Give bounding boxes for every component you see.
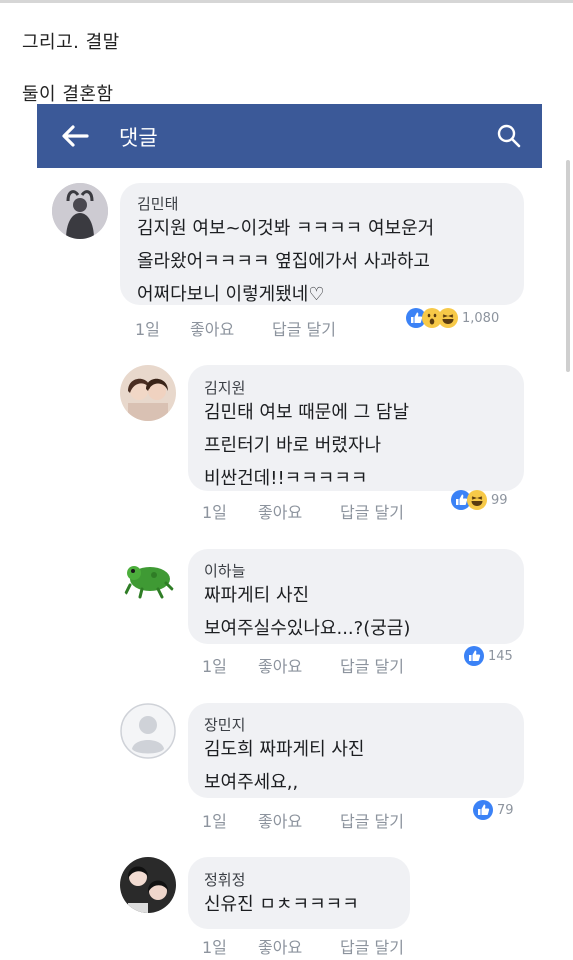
comment-text: 짜파게티 사진 보여주실수있나요...?(궁금) <box>204 585 411 639</box>
comment-time: 1일 <box>202 938 227 957</box>
comment-text: 김민태 여보 때문에 그 담날 프린터기 바로 버렸자나 비싼건데!!ㅋㅋㅋㅋㅋ <box>204 402 410 489</box>
comment-time: 1일 <box>202 812 227 831</box>
like-link[interactable]: 좋아요 <box>258 653 302 677</box>
scrollbar[interactable] <box>566 160 570 372</box>
comment-author[interactable]: 정휘정 <box>204 869 245 890</box>
like-link[interactable]: 좋아요 <box>258 808 302 832</box>
comment-author[interactable]: 이하늘 <box>204 560 245 581</box>
like-link[interactable]: 좋아요 <box>258 934 302 958</box>
reactions-summary[interactable]: 1,080 <box>406 307 499 329</box>
avatar-image <box>52 183 108 239</box>
reaction-count: 145 <box>488 648 513 664</box>
reply-link[interactable]: 답글 달기 <box>272 316 336 340</box>
comment-time: 1일 <box>135 320 160 339</box>
comment-text: 김도희 짜파게티 사진 보여주세요,, <box>204 739 365 793</box>
like-icon <box>473 800 493 820</box>
reaction-count: 99 <box>491 492 508 508</box>
top-divider <box>0 0 573 3</box>
like-link[interactable]: 좋아요 <box>258 499 302 523</box>
avatar-image <box>120 549 176 605</box>
reply-link[interactable]: 답글 달기 <box>340 808 404 832</box>
caption-line-1: 그리고. 결말 <box>22 32 120 53</box>
reply-link[interactable]: 답글 달기 <box>340 499 404 523</box>
search-icon[interactable] <box>496 123 522 149</box>
reactions-summary[interactable]: 99 <box>451 489 508 511</box>
comment-author[interactable]: 장민지 <box>204 714 245 735</box>
reply-link[interactable]: 답글 달기 <box>340 934 404 958</box>
comment-author[interactable]: 김지원 <box>204 377 245 398</box>
avatar-image <box>120 703 176 759</box>
reactions-summary[interactable]: 79 <box>473 799 514 821</box>
comment-text: 신유진 ㅁㅊㅋㅋㅋㅋ <box>204 894 359 915</box>
reaction-count: 1,080 <box>462 310 500 326</box>
avatar[interactable] <box>120 703 176 759</box>
reaction-count: 79 <box>497 802 514 818</box>
reactions-summary[interactable]: 145 <box>464 645 513 667</box>
comment-time: 1일 <box>202 657 227 676</box>
like-icon <box>464 646 484 666</box>
comment-time: 1일 <box>202 503 227 522</box>
caption-line-2: 둘이 결혼함 <box>22 84 114 105</box>
comment-text: 김지원 여보~이것봐 ㅋㅋㅋㅋ 여보운거 올라왔어ㅋㅋㅋㅋ 옆집에가서 사과하고… <box>137 218 435 305</box>
haha-icon <box>438 308 458 328</box>
avatar[interactable] <box>120 365 176 421</box>
haha-icon <box>467 490 487 510</box>
header-title: 댓글 <box>119 126 158 150</box>
comment-author[interactable]: 김민태 <box>137 193 178 214</box>
avatar-image <box>120 365 176 421</box>
back-arrow-icon[interactable] <box>59 122 91 150</box>
like-link[interactable]: 좋아요 <box>190 316 234 340</box>
avatar[interactable] <box>120 857 176 913</box>
avatar-image <box>120 857 176 913</box>
avatar[interactable] <box>120 549 176 605</box>
comments-header: 댓글 <box>37 104 542 168</box>
reply-link[interactable]: 답글 달기 <box>340 653 404 677</box>
avatar[interactable] <box>52 183 108 239</box>
